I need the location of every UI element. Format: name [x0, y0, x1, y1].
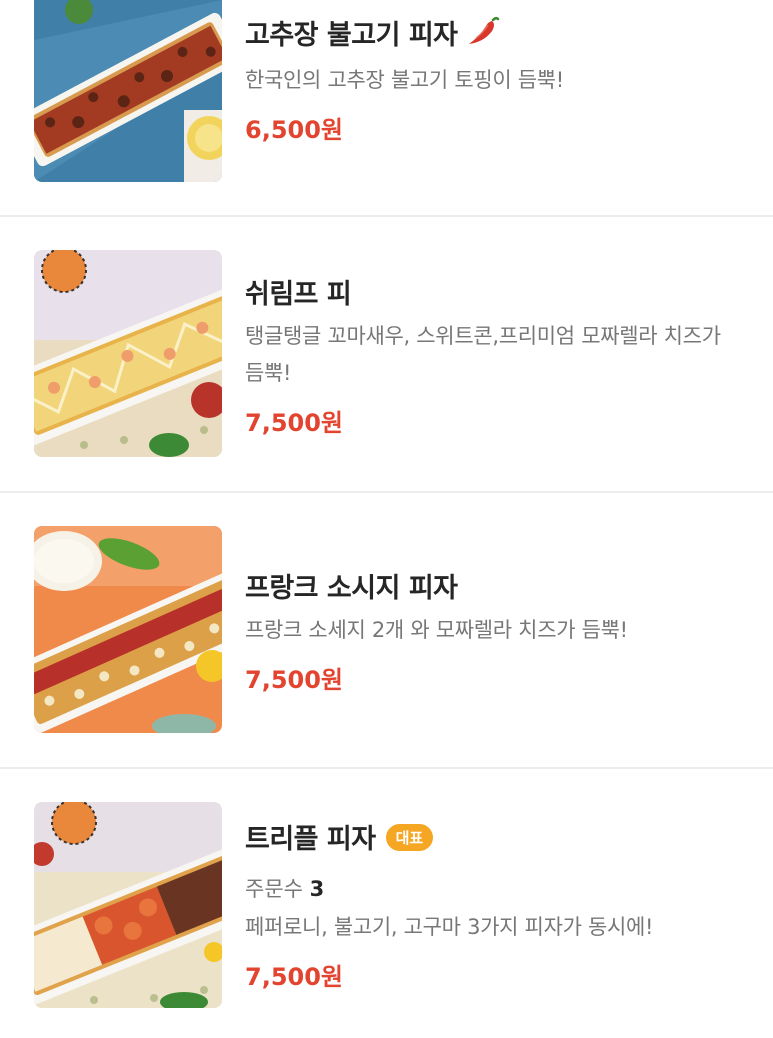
pizza-thumbnail [34, 802, 222, 1008]
menu-item-title: 트리플 피자 대표 [245, 817, 434, 856]
menu-item-price: 7,500원 [245, 409, 343, 437]
menu-item-gochujang-bulgogi-pizza[interactable]: 고추장 불고기 피자 한국인의 고추장 불고기 토핑이 듬뿍! 6,500원 [0, 0, 773, 215]
menu-item-name: 쉬림프 피 [245, 279, 352, 310]
order-count-label: 주문수 [245, 877, 303, 901]
pizza-thumbnail [34, 0, 222, 182]
menu-item-description: 페퍼로니, 불고기, 고구마 3가지 피자가 동시에! [245, 915, 654, 939]
order-count-value: 3 [309, 877, 325, 901]
menu-item-name: 트리플 피자 [245, 824, 376, 855]
menu-item-price: 7,500원 [245, 666, 343, 694]
menu-item-triple-pizza[interactable]: 트리플 피자 대표 주문수 3 페퍼로니, 불고기, 고구마 3가지 피자가 동시… [0, 769, 773, 1038]
menu-item-price: 7,500원 [245, 963, 343, 991]
menu-item-description: 탱글탱글 꼬마새우, 스위트콘,프리미엄 모짜렐라 치즈가 듬뿍! [245, 324, 721, 385]
menu-item-frank-sausage-pizza[interactable]: 프랑크 소시지 피자 프랑크 소세지 2개 와 모짜렐라 치즈가 듬뿍! 7,5… [0, 493, 773, 767]
pizza-thumbnail [34, 250, 222, 457]
menu-item-price: 6,500원 [245, 116, 343, 144]
signature-badge: 대표 [385, 824, 434, 851]
menu-item-name: 프랑크 소시지 피자 [245, 573, 458, 604]
order-count: 주문수 3 [245, 873, 324, 903]
menu-item-shrimp-pizza[interactable]: 쉬림프 피 탱글탱글 꼬마새우, 스위트콘,프리미엄 모짜렐라 치즈가 듬뿍! … [0, 217, 773, 491]
menu-item-description: 프랑크 소세지 2개 와 모짜렐라 치즈가 듬뿍! [245, 618, 628, 642]
pizza-thumbnail [34, 526, 222, 733]
menu-item-name: 고추장 불고기 피자 [245, 20, 458, 51]
menu-item-title: 고추장 불고기 피자 [245, 13, 500, 53]
menu-item-description: 한국인의 고추장 불고기 토핑이 듬뿍! [245, 68, 564, 92]
chili-pepper-icon [466, 16, 500, 53]
